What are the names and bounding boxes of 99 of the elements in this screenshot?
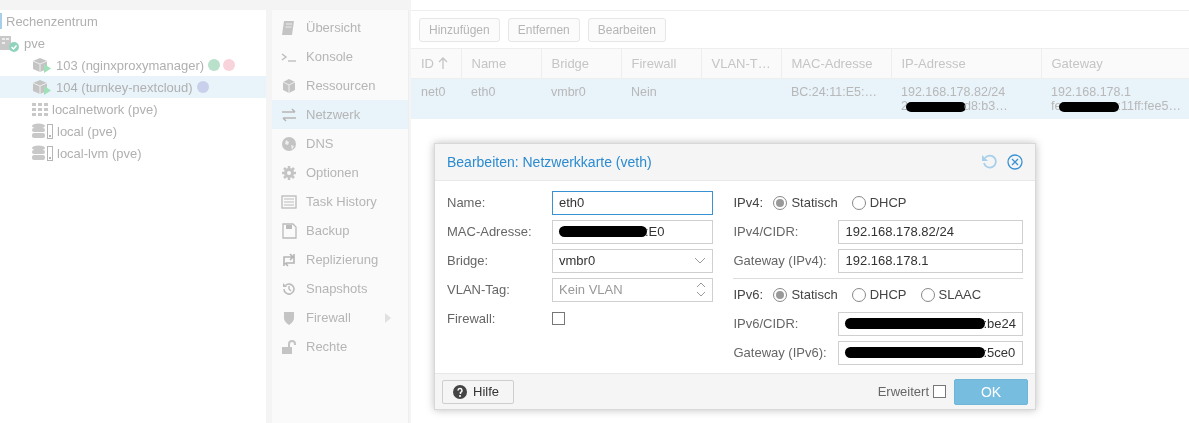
table-cell-text: net0 <box>421 85 447 99</box>
nav-item-label: Task History <box>306 194 377 209</box>
nav-item-label: Backup <box>306 223 350 238</box>
field-label: Bridge: <box>447 253 490 268</box>
table-cell-text: BC:24:11:E5:… <box>791 85 878 99</box>
table-cell-text: 192.168.178.82/24 <box>901 85 1007 99</box>
input-field[interactable]: :5ce0 <box>838 340 1023 365</box>
nav-item[interactable]: Optionen <box>272 158 408 187</box>
radio-option[interactable]: Statisch <box>773 287 838 302</box>
tree-item-label: 104 (turnkey-nextcloud) <box>56 79 193 95</box>
tree-item-label: pve <box>24 35 45 51</box>
table-cell-text: Nein <box>631 85 658 99</box>
tree-item-label: localnetwork (pve) <box>52 101 158 117</box>
table-cell-text: 192.168.178.1 <box>1051 85 1132 99</box>
floppy-icon <box>281 222 297 239</box>
checkbox[interactable] <box>552 312 565 325</box>
input-field[interactable]: eth0 <box>552 190 714 215</box>
table-cell-text: vmbr0 <box>551 85 587 99</box>
nav-item-label: Ressourcen <box>306 78 376 93</box>
tree-item[interactable]: 104 (turnkey-nextcloud) <box>0 76 266 98</box>
nav-item[interactable]: Task History <box>272 187 408 216</box>
toolbar-button[interactable]: Hinzufügen <box>419 17 500 42</box>
cube-play-icon <box>32 56 52 74</box>
cube-icon <box>281 77 297 94</box>
database-icon <box>32 144 53 162</box>
nav-item-label: DNS <box>306 136 334 151</box>
field-label: IPv6/CIDR: <box>733 316 800 331</box>
field-label: VLAN-Tag: <box>447 282 511 297</box>
nav-item[interactable]: Netzwerk <box>272 100 408 129</box>
field-label: IPv6: <box>733 287 765 302</box>
gear-icon <box>281 164 297 181</box>
input-field[interactable]: :be24 <box>838 311 1023 336</box>
tree-item[interactable]: pve <box>0 32 266 54</box>
toolbar-button[interactable]: Entfernen <box>507 17 580 42</box>
retweet-icon <box>281 251 297 268</box>
nav-item-label: Optionen <box>306 165 359 180</box>
nav-item[interactable]: Snapshots <box>272 274 408 303</box>
input-field[interactable]: 192.168.178.1 <box>838 248 1023 273</box>
radio-option[interactable]: Statisch <box>773 195 838 210</box>
cube-play-icon <box>32 78 52 96</box>
dropdown-field[interactable]: vmbr0 <box>552 248 714 273</box>
chevron-down-icon <box>694 257 707 264</box>
toolbar-button[interactable]: Bearbeiten <box>587 17 666 42</box>
tree-item-label: local (pve) <box>57 123 117 139</box>
globe-icon <box>281 135 297 152</box>
dialog-title: Bearbeiten: Netzwerkkarte (veth) <box>447 154 653 170</box>
tree-item[interactable]: Rechenzentrum <box>0 10 266 32</box>
nav-item-label: Rechte <box>306 339 348 354</box>
nav-item[interactable]: Backup <box>272 216 408 245</box>
nav-item[interactable]: DNS <box>272 129 408 158</box>
checkbox-label: Erweitert <box>877 384 929 399</box>
radio-option[interactable]: DHCP <box>851 195 907 210</box>
tree-item[interactable]: localnetwork (pve) <box>0 98 266 120</box>
book-icon <box>281 19 297 36</box>
nav-item-label: Netzwerk <box>306 107 361 122</box>
sort-arrow-icon <box>438 56 448 70</box>
field-label: Firewall: <box>447 311 497 326</box>
tree-item-label: 103 (nginxproxymanager) <box>56 57 205 73</box>
nav-item[interactable]: Firewall <box>272 303 408 332</box>
database-icon <box>32 122 53 140</box>
nav-item[interactable]: Übersicht <box>272 13 408 42</box>
tree-item-label: local-lvm (pve) <box>57 145 142 161</box>
nav-item-label: Übersicht <box>306 20 361 35</box>
history-icon <box>281 280 297 297</box>
nav-item-label: Replizierung <box>306 252 379 267</box>
shield-icon <box>281 309 297 326</box>
ok-button[interactable]: OK <box>954 378 1028 405</box>
spinner-field[interactable]: Kein VLAN <box>552 277 714 302</box>
nav-item[interactable]: Konsole <box>272 42 408 71</box>
field-label: MAC-Adresse: <box>447 224 533 239</box>
field-label: IPv4: <box>733 195 765 210</box>
field-label: Gateway (IPv6): <box>733 345 828 360</box>
field-label: Name: <box>447 195 487 210</box>
help-button[interactable]: Hilfe <box>442 379 514 404</box>
question-icon <box>453 384 467 399</box>
nav-item-label: Konsole <box>306 49 353 64</box>
nav-item-label: Firewall <box>306 310 351 325</box>
nav-item[interactable]: Rechte <box>272 332 408 361</box>
list-icon <box>281 193 297 210</box>
close-icon[interactable] <box>1007 154 1023 170</box>
nav-item[interactable]: Replizierung <box>272 245 408 274</box>
tree-item[interactable]: local-lvm (pve) <box>0 142 266 164</box>
table-cell-text: eth0 <box>471 85 497 99</box>
tree-item[interactable]: 103 (nginxproxymanager) <box>0 54 266 76</box>
nav-item-label: Snapshots <box>306 281 368 296</box>
spinner-arrows-icon <box>696 282 707 297</box>
grid-icon <box>32 100 48 118</box>
input-field[interactable]: :E0 <box>552 219 714 244</box>
nav-item[interactable]: Ressourcen <box>272 71 408 100</box>
checkbox[interactable] <box>933 385 946 398</box>
tree-item-label: Rechenzentrum <box>6 13 98 29</box>
field-label: IPv4/CIDR: <box>733 224 800 239</box>
exchange-icon <box>281 106 297 123</box>
field-label: Gateway (IPv4): <box>733 253 828 268</box>
radio-option[interactable]: SLAAC <box>920 287 982 302</box>
radio-option[interactable]: DHCP <box>851 287 907 302</box>
unlock-icon <box>281 338 297 355</box>
tree-item[interactable]: local (pve) <box>0 120 266 142</box>
input-field[interactable]: 192.168.178.82/24 <box>838 219 1023 244</box>
